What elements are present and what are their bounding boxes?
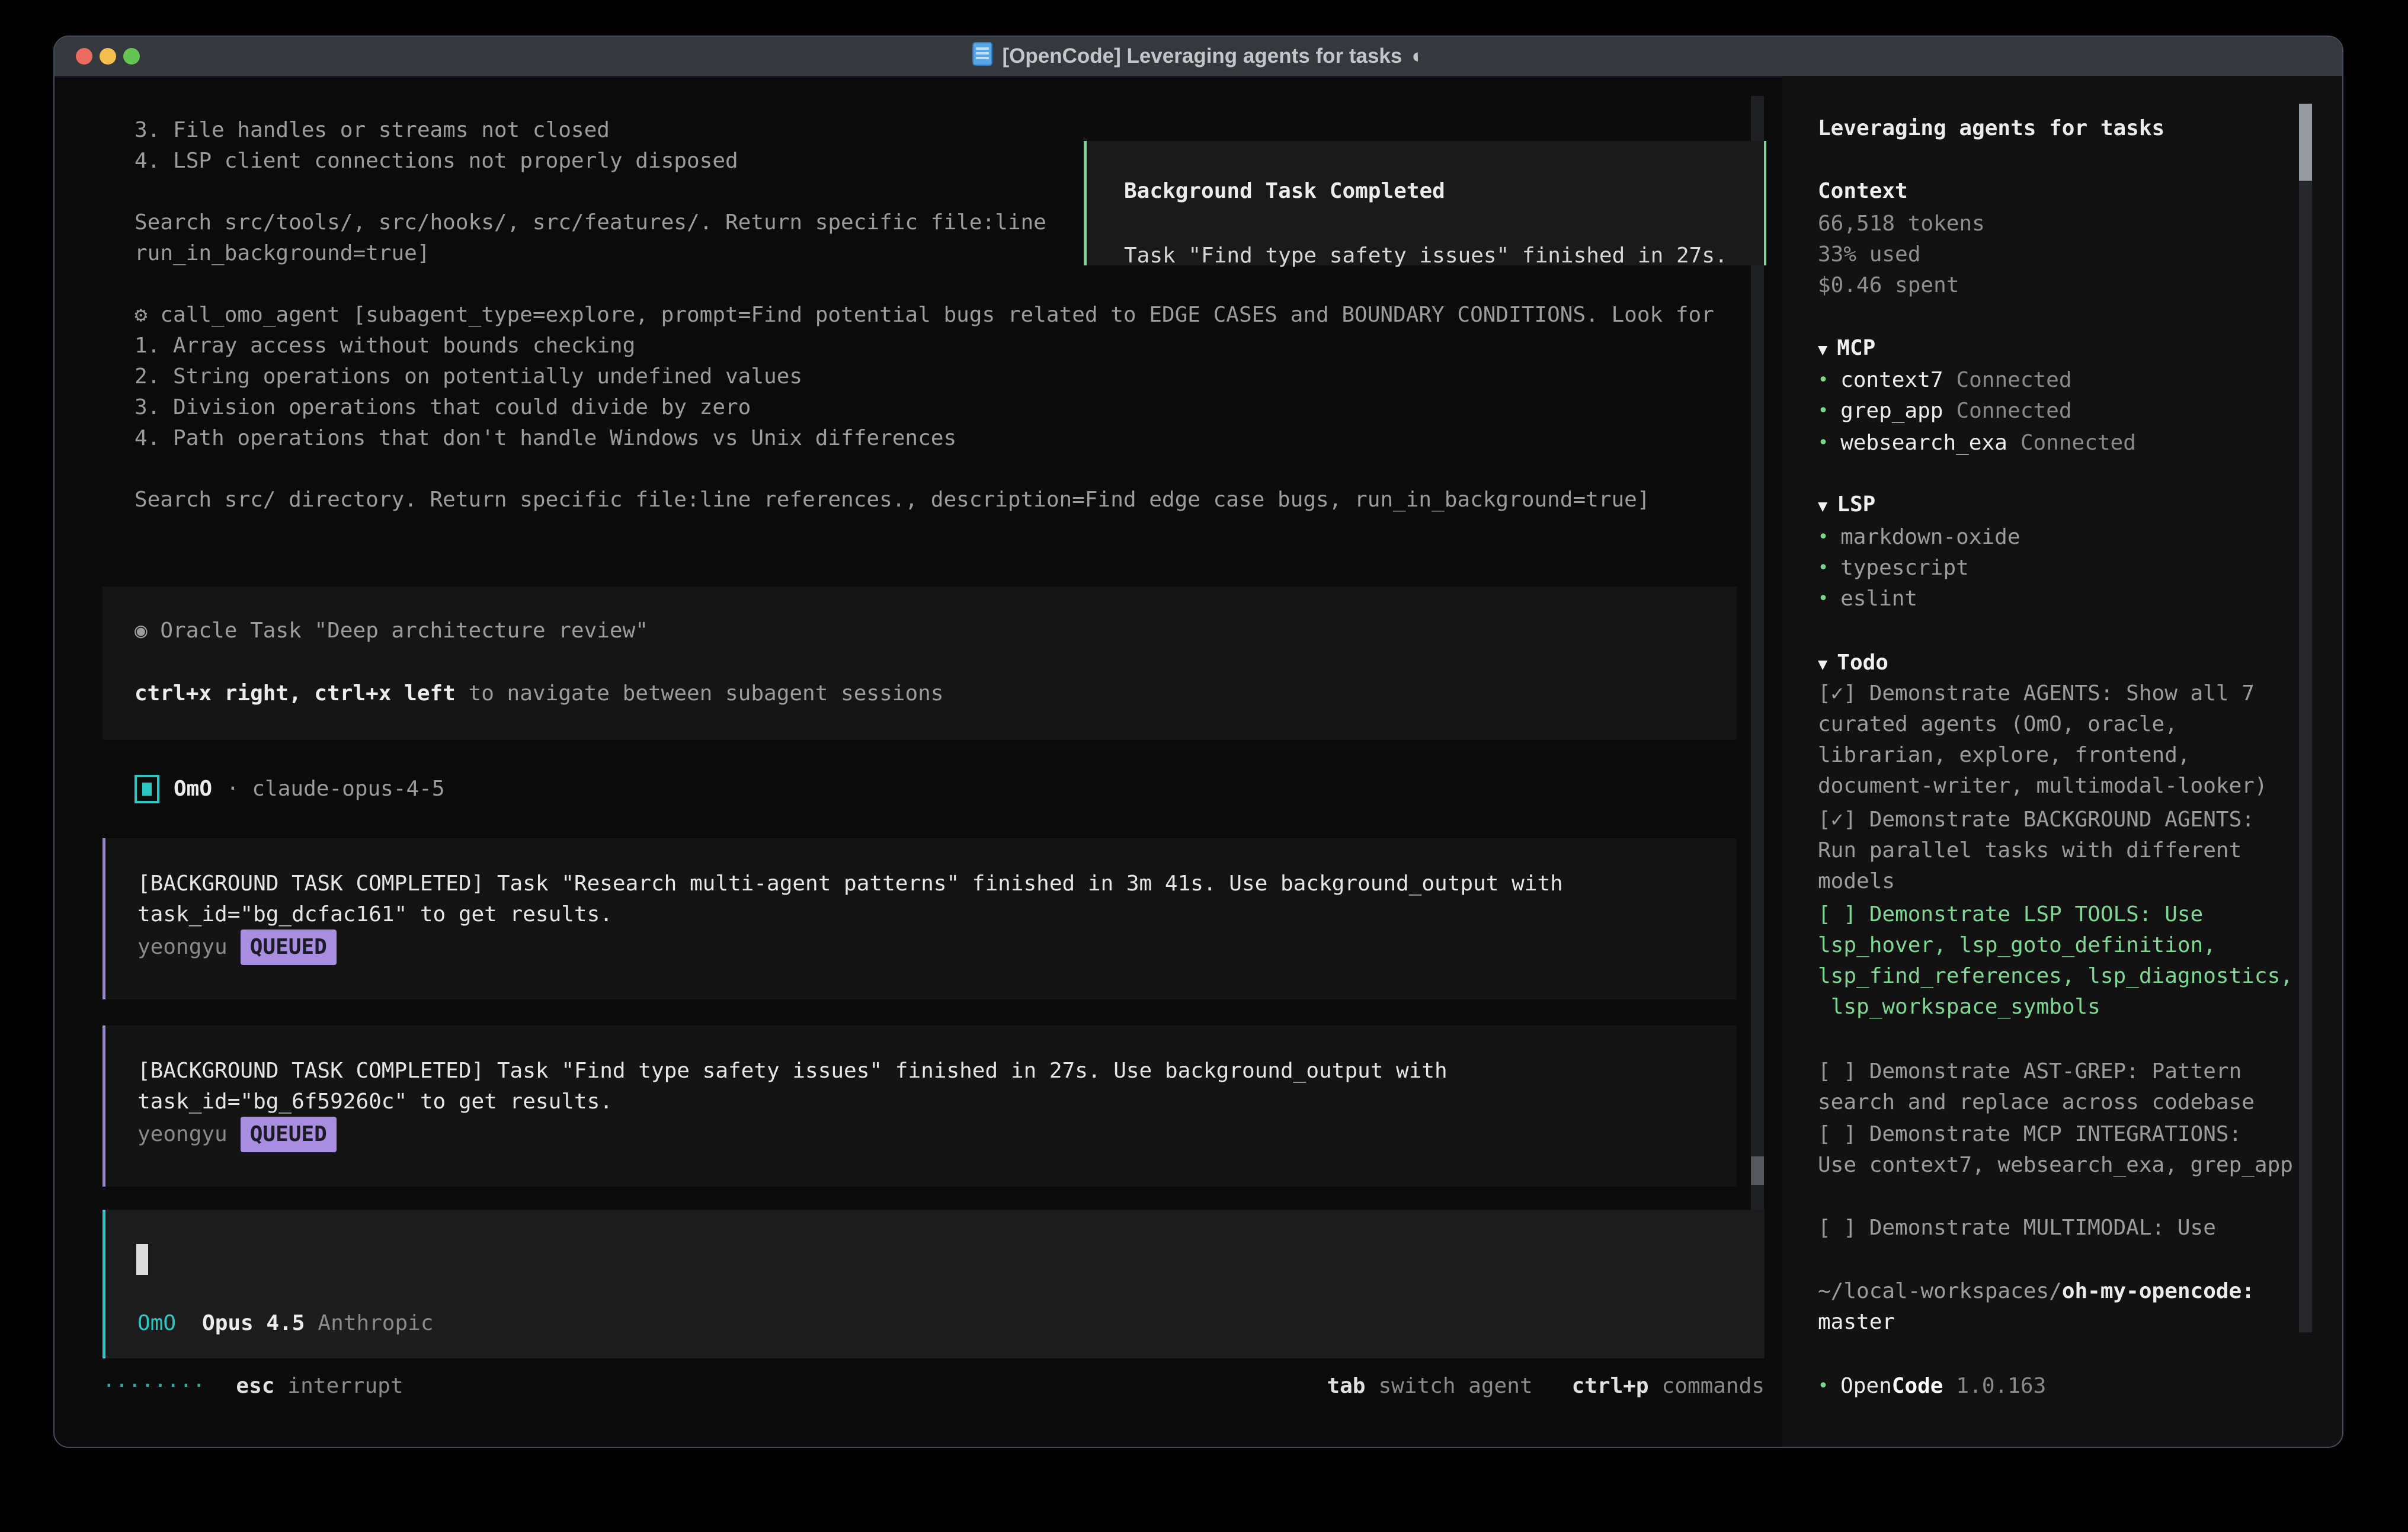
todo-item-pending: [ ] Demonstrate AST-GREP: Pattern search… [1818,1056,2327,1118]
esc-key-hint: esc [236,1371,274,1402]
oracle-task-title: ◉ Oracle Task "Deep architecture review" [135,616,648,646]
workspace-path: ~/local-workspaces/oh-my-opencode: [1818,1276,2339,1307]
message-author: yeongyu [137,1119,228,1150]
status-dot-icon: • [1818,553,1829,584]
todo-item-pending: [ ] Demonstrate MULTIMODAL: Use [1818,1213,2327,1243]
oracle-task-card: ◉ Oracle Task "Deep architecture review"… [103,586,1737,740]
sidebar-title: Leveraging agents for tasks [1818,113,2164,144]
input-agent-name: OmO [137,1308,176,1339]
workspace-branch: master [1818,1307,1895,1338]
message-text: [BACKGROUND TASK COMPLETED] Task "Resear… [137,868,1678,930]
session-indicator-icon: ◐ [1411,44,1424,68]
titlebar[interactable]: [OpenCode] Leveraging agents for tasks ◐ [55,37,2342,78]
commands-key-label: commands [1662,1371,1765,1402]
prompt-input[interactable]: OmO Opus 4.5 Anthropic [103,1210,1765,1358]
mcp-section-header[interactable]: ▼MCP [1818,333,1875,366]
input-provider: Anthropic [318,1308,433,1339]
lsp-section-header[interactable]: ▼LSP [1818,489,1875,522]
queued-badge: QUEUED [241,1117,337,1152]
input-model: Opus 4.5 [202,1308,305,1339]
chevron-down-icon: ▼ [1818,341,1827,359]
todo-item-done: [✓] Demonstrate AGENTS: Show all 7 curat… [1818,678,2327,802]
todo-section-header[interactable]: ▼Todo [1818,648,1888,680]
message-author: yeongyu [137,932,228,963]
tab-key-hint: tab [1327,1371,1365,1402]
close-button[interactable] [76,48,92,65]
zoom-button[interactable] [123,48,140,65]
input-cursor [136,1244,148,1275]
background-task-message: [BACKGROUND TASK COMPLETED] Task "Find t… [103,1025,1737,1187]
agent-model: · claude-opus-4-5 [226,774,444,805]
chevron-down-icon: ▼ [1818,655,1827,674]
minimize-button[interactable] [100,48,116,65]
notification-title: Background Task Completed [1124,176,1445,207]
document-icon [972,42,992,71]
message-footer: yeongyu QUEUED [137,932,337,963]
sidebar-scrollbar-thumb[interactable] [2299,104,2312,181]
agent-icon [135,775,159,803]
window-title-group: [OpenCode] Leveraging agents for tasks ◐ [55,42,2342,71]
oracle-task-hint: ctrl+x right, ctrl+x left to navigate be… [135,678,943,709]
background-task-message: [BACKGROUND TASK COMPLETED] Task "Resear… [103,838,1737,999]
commands-key-hint: ctrl+p [1572,1371,1649,1402]
agent-name: OmO [174,774,212,805]
status-dot-icon: • [1818,428,1829,459]
todo-item-pending: [ ] Demonstrate MCP INTEGRATIONS: Use co… [1818,1119,2339,1181]
queued-badge: QUEUED [241,930,337,965]
todo-item-done: [✓] Demonstrate BACKGROUND AGENTS: Run p… [1818,805,2327,897]
todo-item-current: [ ] Demonstrate LSP TOOLS: Use lsp_hover… [1818,899,2339,1023]
notification-toast: Background Task Completed Task "Find typ… [1084,141,1766,265]
status-bar: ········ esc interrupt tab switch agent … [103,1371,1765,1402]
lsp-item: • eslint [1818,584,1917,614]
mcp-item: • websearch_exa Connected [1818,428,2136,459]
agent-header: OmO · claude-opus-4-5 [135,774,445,805]
mcp-item: • grep_app Connected [1818,396,2072,427]
main-scrollbar-thumb[interactable] [1751,1156,1764,1185]
tab-key-label: switch agent [1378,1371,1532,1402]
context-heading: Context [1818,176,1908,207]
opencode-version: • OpenCode 1.0.163 [1818,1371,2046,1402]
lsp-item: • markdown-oxide [1818,522,2020,553]
message-footer: yeongyu QUEUED [137,1119,337,1150]
esc-key-label: interrupt [287,1371,403,1402]
context-stats: 66,518 tokens 33% used $0.46 spent [1818,209,1985,301]
window-title: [OpenCode] Leveraging agents for tasks [1002,44,1402,68]
lsp-item: • typescript [1818,553,1969,584]
status-dot-icon: • [1818,1371,1829,1402]
input-status-line: OmO Opus 4.5 Anthropic [137,1308,434,1339]
keyboard-shortcut: ctrl+x right, ctrl+x left [135,681,456,706]
terminal-window: [OpenCode] Leveraging agents for tasks ◐… [53,36,2343,1448]
status-dot-icon: • [1818,584,1829,614]
message-text: [BACKGROUND TASK COMPLETED] Task "Find t… [137,1056,1678,1117]
status-dot-icon: • [1818,396,1829,427]
status-dot-icon: • [1818,522,1829,553]
mcp-item: • context7 Connected [1818,365,2072,396]
progress-dots-icon: ········ [103,1371,205,1402]
notification-body: Task "Find type safety issues" finished … [1124,241,1728,271]
sidebar-scrollbar-track[interactable] [2299,104,2312,1332]
chevron-down-icon: ▼ [1818,497,1827,515]
status-dot-icon: • [1818,365,1829,396]
